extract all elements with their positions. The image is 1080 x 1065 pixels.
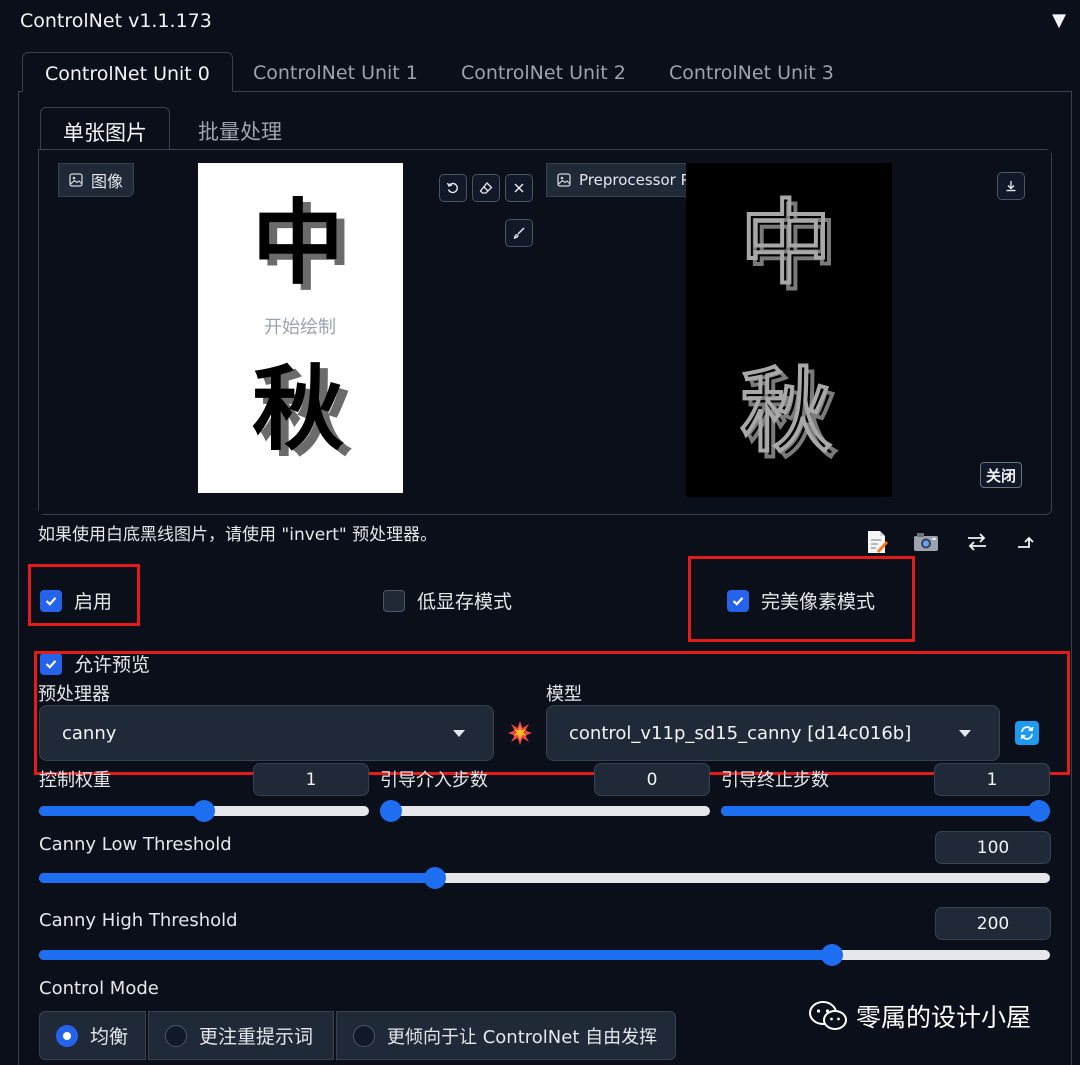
mirror-webcam-button[interactable] <box>960 526 994 558</box>
weight-slider[interactable] <box>39 800 369 822</box>
eraser-icon <box>479 182 493 194</box>
char-qiu-edges: 秋 <box>740 358 832 465</box>
pixel-perfect-label: 完美像素模式 <box>761 591 876 613</box>
enable-label: 启用 <box>74 591 113 613</box>
char-zhong-edges: 中 <box>740 190 832 297</box>
send-dimensions-button[interactable] <box>1010 526 1044 558</box>
eraser-button[interactable] <box>472 174 500 202</box>
canny-low-label: Canny Low Threshold <box>39 834 232 855</box>
control-mode-balanced[interactable]: 均衡 <box>39 1011 146 1060</box>
checkbox-unchecked-icon <box>383 589 405 612</box>
slider-thumb[interactable] <box>820 944 843 966</box>
watermark-text: 零属的设计小屋 <box>856 1003 1032 1032</box>
control-mode-prompt-label: 更注重提示词 <box>199 1026 314 1048</box>
canny-high-label: Canny High Threshold <box>39 910 238 931</box>
canny-high-input[interactable]: 200 <box>935 907 1051 940</box>
end-step-input[interactable]: 1 <box>934 763 1050 796</box>
canvas-placeholder: 开始绘制 <box>264 317 336 338</box>
canny-low-input[interactable]: 100 <box>935 831 1051 864</box>
control-mode-balanced-label: 均衡 <box>90 1026 129 1048</box>
arrow-up-right-icon <box>1018 536 1034 548</box>
control-mode-controlnet-label: 更倾向于让 ControlNet 自由发挥 <box>387 1026 658 1048</box>
slider-thumb[interactable] <box>380 800 402 822</box>
canny-high-slider[interactable] <box>39 944 1050 966</box>
slider-thumb[interactable] <box>1028 800 1050 822</box>
brush-icon <box>513 227 525 239</box>
slider-fill <box>721 806 1039 816</box>
tab-single-image[interactable]: 单张图片 <box>40 107 170 150</box>
canny-low-slider[interactable] <box>39 867 1050 889</box>
radio-unselected-icon <box>165 1024 187 1047</box>
document-edit-icon <box>868 531 888 553</box>
checkbox-checked-icon <box>727 589 749 612</box>
swap-arrows-icon <box>968 533 986 551</box>
tab-unit-1[interactable]: ControlNet Unit 1 <box>231 52 440 92</box>
slider-fill <box>39 950 832 960</box>
radio-unselected-icon <box>353 1024 375 1047</box>
tab-unit-0[interactable]: ControlNet Unit 0 <box>22 52 233 92</box>
clear-button[interactable] <box>505 174 533 202</box>
undo-icon <box>446 182 458 194</box>
char-qiu: 秋 <box>252 356 344 463</box>
end-step-label: 引导终止步数 <box>721 770 829 791</box>
close-preview-button[interactable]: 关闭 <box>980 462 1022 488</box>
image-icon <box>557 173 571 187</box>
start-step-label: 引导介入步数 <box>380 770 488 791</box>
end-step-slider[interactable] <box>721 800 1050 822</box>
model-highlight-box <box>34 651 1070 775</box>
control-mode-controlnet[interactable]: 更倾向于让 ControlNet 自由发挥 <box>336 1011 676 1060</box>
download-icon <box>1006 181 1016 192</box>
low-vram-checkbox[interactable]: 低显存模式 <box>383 587 512 614</box>
weight-label: 控制权重 <box>39 770 111 791</box>
start-step-slider[interactable] <box>380 800 710 822</box>
input-image-label: 图像 <box>58 163 135 197</box>
watermark: 零属的设计小屋 <box>808 998 1031 1034</box>
wechat-icon <box>809 1001 847 1030</box>
triangle-down-icon[interactable]: ▼ <box>1052 10 1066 31</box>
slider-fill <box>39 806 204 816</box>
input-image-label-text: 图像 <box>91 172 124 191</box>
image-icon <box>69 173 83 187</box>
close-icon <box>514 183 524 193</box>
start-step-input[interactable]: 0 <box>594 763 710 796</box>
undo-button[interactable] <box>439 174 467 202</box>
new-canvas-button[interactable] <box>860 526 894 558</box>
accordion-title[interactable]: ControlNet v1.1.173 <box>20 10 212 32</box>
slider-thumb[interactable] <box>193 800 215 822</box>
invert-hint: 如果使用白底黑线图片，请使用 "invert" 预处理器。 <box>38 525 438 545</box>
brush-button[interactable] <box>505 219 533 247</box>
checkbox-checked-icon <box>40 589 62 612</box>
radio-selected-icon <box>56 1024 78 1047</box>
weight-input[interactable]: 1 <box>253 763 369 796</box>
tab-unit-3[interactable]: ControlNet Unit 3 <box>647 52 856 92</box>
preprocessor-preview-image: 中 中 秋 秋 <box>686 163 892 497</box>
camera-icon <box>914 533 938 551</box>
low-vram-label: 低显存模式 <box>417 591 513 613</box>
drawing-canvas[interactable]: 中 中 开始绘制 秋 秋 <box>198 163 403 493</box>
tab-batch[interactable]: 批量处理 <box>176 107 304 150</box>
download-button[interactable] <box>997 172 1025 200</box>
webcam-button[interactable] <box>909 526 943 558</box>
enable-checkbox[interactable]: 启用 <box>40 587 112 614</box>
control-mode-label: Control Mode <box>39 978 159 999</box>
control-mode-prompt[interactable]: 更注重提示词 <box>148 1011 334 1060</box>
slider-fill <box>39 873 436 883</box>
pixel-perfect-checkbox[interactable]: 完美像素模式 <box>727 587 875 614</box>
char-zhong: 中 <box>252 190 344 297</box>
tab-unit-2[interactable]: ControlNet Unit 2 <box>439 52 648 92</box>
